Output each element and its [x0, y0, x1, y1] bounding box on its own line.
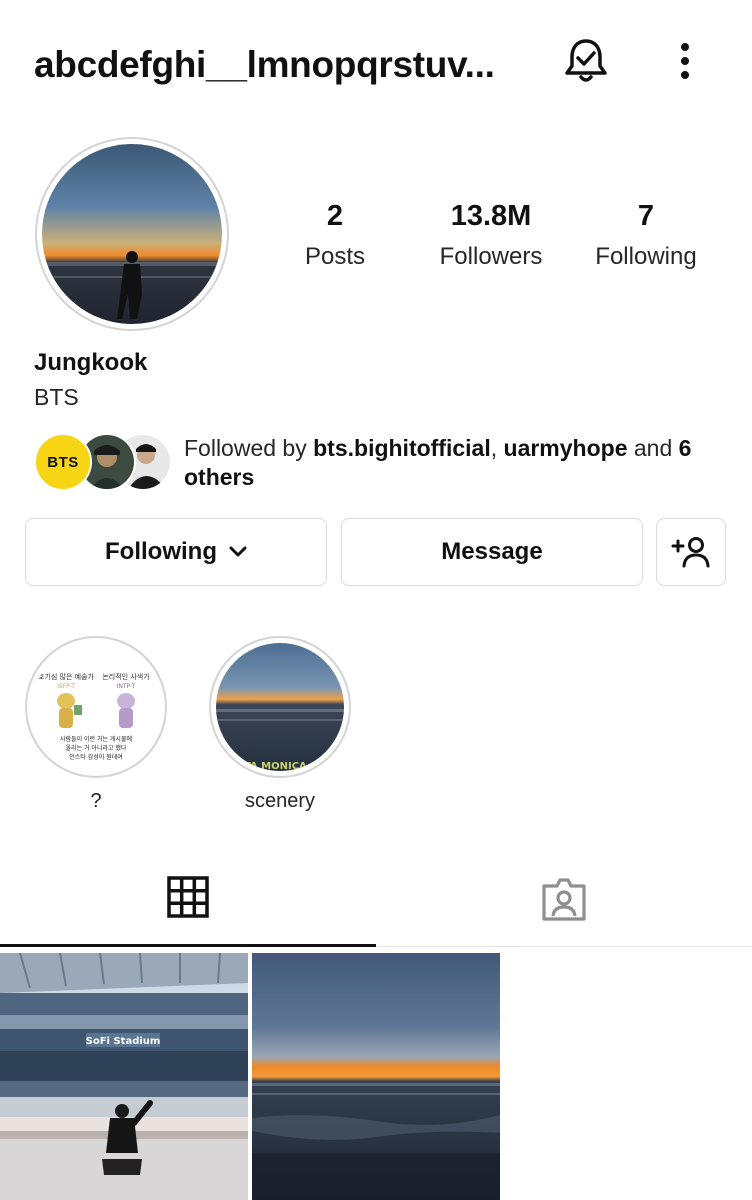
profile-bio: BTS: [34, 384, 79, 410]
bell-check-icon[interactable]: [562, 36, 610, 86]
followed-by-text[interactable]: Followed by bts.bighitofficial, uarmyhop…: [184, 434, 724, 492]
stat-label: Posts: [304, 243, 366, 270]
mbti-cover-image: 호기심 많은 예술가 논리적인 사색가 ISFP-T INTP-T 사람들이 이…: [32, 643, 160, 771]
following-button-label: Following: [105, 538, 217, 565]
stat-followers[interactable]: 13.8M Followers: [416, 200, 566, 271]
profile-username: abcdefghi__lmnopqrstuv...: [34, 44, 495, 85]
stat-following[interactable]: 7 Following: [571, 200, 721, 271]
stat-value: 7: [637, 200, 655, 232]
sunset-beach-photo: [252, 953, 500, 1200]
following-button[interactable]: Following: [25, 518, 327, 586]
post-sunset[interactable]: [252, 953, 500, 1200]
tagged-person-icon[interactable]: [540, 876, 588, 922]
cover-caption-line1: 사람들이 이런 거는 게시물에: [60, 735, 132, 743]
stat-value: 2: [326, 200, 344, 232]
followed-by-and: and: [627, 435, 679, 461]
cover-left-type: ISFP-T: [57, 683, 75, 690]
sunset-silhouette-avatar: [42, 144, 222, 324]
follower-avatar-bts[interactable]: BTS: [34, 433, 92, 491]
highlight-scenery[interactable]: SANTA MONICA, CALI: [216, 643, 344, 771]
add-user-icon: [671, 537, 710, 568]
active-tab-indicator: [0, 944, 376, 947]
highlight-label: ?: [90, 790, 102, 812]
avatar[interactable]: [42, 144, 222, 324]
cover-right-type: INTP-T: [117, 683, 136, 690]
followed-by-user[interactable]: bts.bighitofficial: [313, 435, 491, 461]
stat-value: 13.8M: [450, 200, 532, 232]
message-button[interactable]: Message: [341, 518, 643, 586]
post-stadium[interactable]: SoFi Stadium: [0, 953, 248, 1200]
bts-badge-text: BTS: [47, 453, 79, 471]
followed-by-separator: ,: [490, 435, 504, 461]
grid-icon[interactable]: [167, 876, 209, 918]
cover-left-title: 호기심 많은 예술가: [38, 672, 95, 681]
stat-label: Followers: [439, 243, 543, 270]
followed-by-prefix: Followed by: [184, 435, 314, 461]
chevron-down-icon: [229, 546, 247, 557]
cover-right-title: 논리적인 사색가: [102, 672, 150, 681]
cover-caption-line2: 올리는 거 아니라고 했다: [66, 744, 127, 752]
profile-name: Jungkook: [34, 349, 148, 376]
stadium-sign-text: SoFi Stadium: [86, 1036, 161, 1047]
cover-caption-line3: 인스타 감성이 뭔데여: [69, 753, 123, 761]
stadium-photo: SoFi Stadium: [0, 953, 248, 1200]
stat-posts[interactable]: 2 Posts: [260, 200, 410, 271]
highlight-question[interactable]: 호기심 많은 예술가 논리적인 사색가 ISFP-T INTP-T 사람들이 이…: [32, 643, 160, 771]
add-user-button[interactable]: [656, 518, 726, 586]
scenery-cover-image: SANTA MONICA, CALI: [216, 643, 344, 771]
more-vertical-icon[interactable]: [670, 40, 700, 82]
followed-by-user[interactable]: uarmyhope: [504, 435, 628, 461]
stat-label: Following: [595, 243, 697, 270]
message-button-label: Message: [441, 538, 543, 565]
highlight-label: scenery: [244, 790, 316, 812]
